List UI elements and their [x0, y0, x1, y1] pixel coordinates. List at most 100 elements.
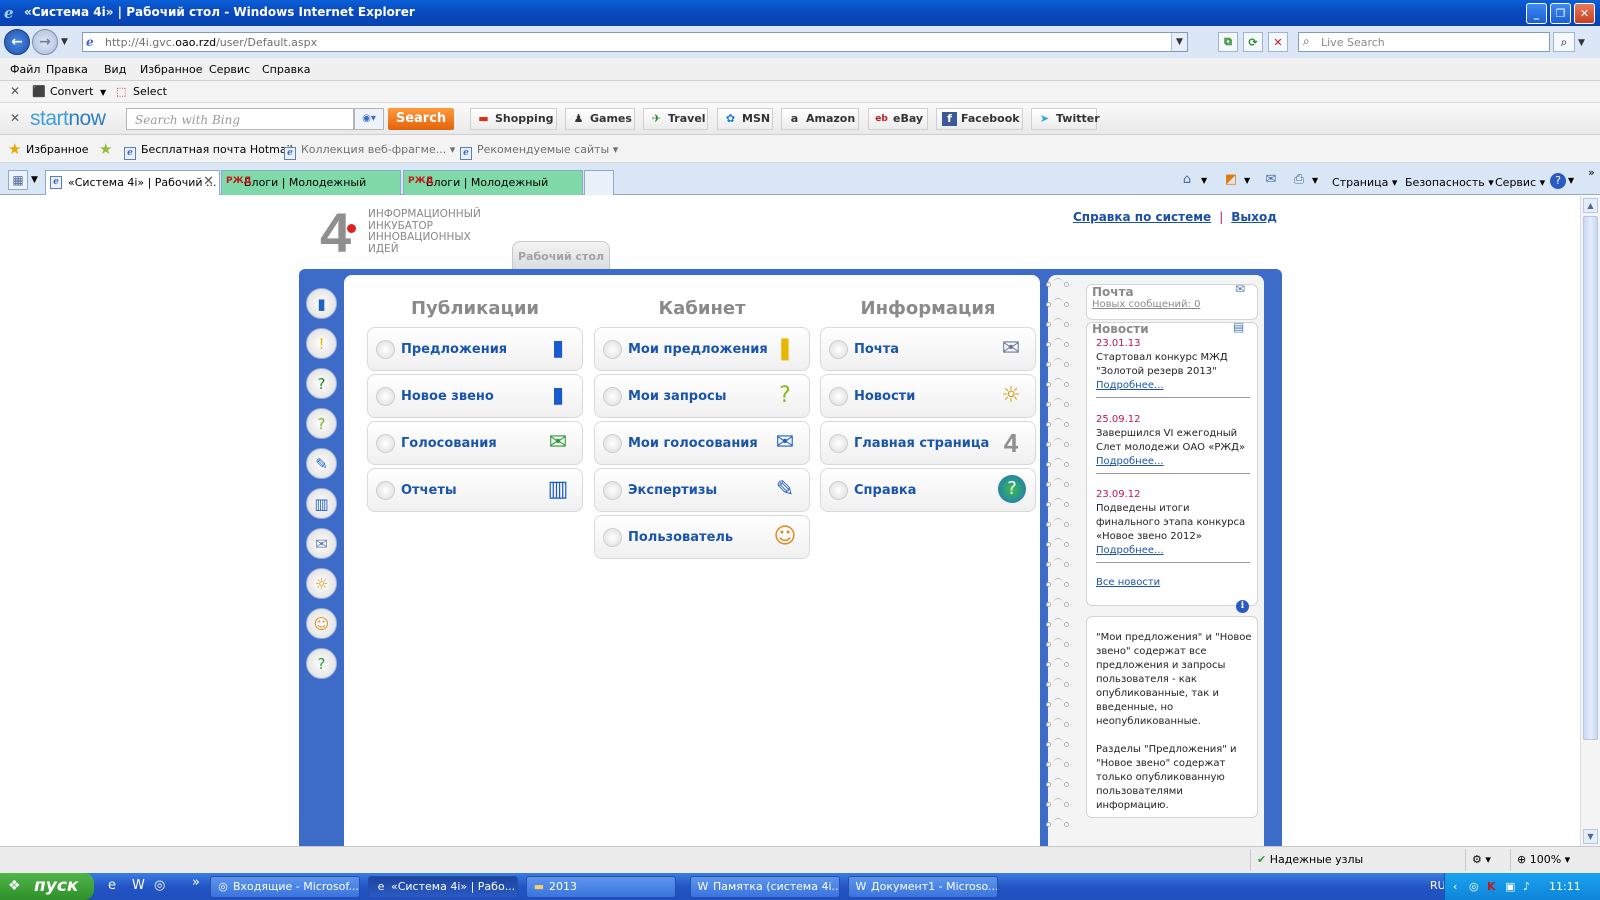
menu-file[interactable]: Файл — [10, 63, 40, 76]
more-quicklaunch-icon[interactable]: » — [192, 875, 200, 890]
taskbar-word-document1[interactable]: W Документ1 - Microso... — [848, 876, 998, 898]
menu-favorites[interactable]: Избранное — [140, 63, 202, 76]
protected-mode-button[interactable]: ⚙ ▾ — [1465, 849, 1505, 871]
tab-blogs-1[interactable]: РЖД Блоги | Молодежный — [221, 170, 401, 195]
msn-link[interactable]: ✿ MSN — [717, 108, 773, 130]
taskbar-ie-sistema[interactable]: e «Система 4i» | Рабо... — [368, 876, 518, 898]
quick-tabs-button[interactable]: ▦ — [8, 170, 28, 190]
votings-button[interactable]: Голосования ✉ — [367, 421, 583, 465]
compat-view-button[interactable]: ⧉ — [1218, 32, 1238, 52]
tray-outlook-icon[interactable]: ◎ — [1469, 880, 1479, 893]
rail-reports-button[interactable]: ▥ — [306, 488, 337, 519]
tray-network-icon[interactable]: ▣ — [1505, 880, 1515, 893]
refresh-button[interactable]: ⟳ — [1243, 32, 1263, 52]
address-dropdown-icon[interactable]: ▼ — [1171, 33, 1187, 51]
tools-menu[interactable]: Сервис ▾ — [1495, 176, 1545, 189]
rail-help-button[interactable]: ? — [306, 648, 337, 679]
fav-web-slices[interactable]: e Коллекция веб-фрагме... ▾ — [284, 143, 455, 160]
ebay-link[interactable]: eb eBay — [868, 108, 928, 130]
print-icon[interactable]: ⎙ — [1290, 172, 1308, 188]
bing-search-input[interactable]: Search with Bing — [126, 108, 354, 130]
more-commands-icon[interactable]: » — [1588, 166, 1595, 179]
zoom-button[interactable]: ⊕ 100% ▾ — [1510, 849, 1590, 871]
menu-view[interactable]: Вид — [104, 63, 126, 76]
home-page-button[interactable]: Главная страница 4 — [820, 421, 1036, 465]
close-startnow-icon[interactable]: ✕ — [10, 111, 20, 125]
maximize-button[interactable]: ❐ — [1550, 3, 1571, 24]
games-link[interactable]: ♟ Games — [565, 108, 635, 130]
select-button[interactable]: Select — [133, 85, 167, 98]
history-dropdown-icon[interactable]: ▼ — [61, 37, 68, 47]
safety-menu[interactable]: Безопасность ▾ — [1405, 176, 1494, 189]
taskbar-folder-2013[interactable]: ▬ 2013 — [526, 876, 676, 898]
help-button[interactable]: Справка? — [820, 468, 1036, 512]
fav-suggested-sites[interactable]: e Рекомендуемые сайты ▾ — [460, 143, 618, 160]
forward-button[interactable]: → — [32, 29, 58, 55]
taskbar-word-pamyatka[interactable]: W Памятка (система 4i... — [690, 876, 840, 898]
facebook-link[interactable]: f Facebook — [936, 108, 1023, 130]
news-more-link[interactable]: Подробнее... — [1096, 380, 1164, 391]
reports-button[interactable]: Отчеты ▥ — [367, 468, 583, 512]
menu-help[interactable]: Справка — [262, 63, 310, 76]
tray-antivirus-icon[interactable]: K — [1487, 880, 1496, 893]
mail-button[interactable]: Почта ✉ — [820, 327, 1036, 371]
address-url[interactable]: http://4i.gvc.oao.rzd/user/Default.aspx — [105, 36, 317, 49]
new-messages-link[interactable]: Новых сообщений: 0 — [1092, 299, 1200, 310]
logout-link[interactable]: Выход — [1231, 210, 1277, 224]
read-mail-icon[interactable]: ✉ — [1262, 172, 1280, 188]
tray-volume-icon[interactable]: ♪ — [1523, 880, 1530, 893]
help-icon[interactable]: ? — [1550, 173, 1566, 189]
address-bar[interactable]: e http://4i.gvc.oao.rzd/user/Default.asp… — [82, 32, 1188, 52]
new-link-button[interactable]: Новое звено ▮ — [367, 374, 583, 418]
rail-mail-button[interactable]: ✉ — [306, 528, 337, 559]
taskbar-outlook[interactable]: ◎ Входящие - Microsof... — [210, 876, 360, 898]
home-icon[interactable]: ⌂ — [1178, 172, 1196, 188]
expertise-button[interactable]: Экспертизы ✎ — [594, 468, 810, 512]
tab-sistema-4i[interactable]: e «Система 4i» | Рабочий ... ✕ — [45, 170, 220, 195]
help-dropdown-icon[interactable]: ▼ — [1568, 176, 1574, 185]
startnow-search-button[interactable]: Search — [388, 108, 454, 130]
system-4i-logo[interactable]: 4 — [320, 205, 351, 261]
menu-tools[interactable]: Сервис — [209, 63, 250, 76]
rail-user-button[interactable]: ☺ — [306, 608, 337, 639]
rail-new-link-button[interactable]: ? — [306, 368, 337, 399]
rail-my-proposals-button[interactable]: ! — [306, 328, 337, 359]
rail-proposals-button[interactable]: ▮ — [306, 288, 337, 319]
start-button[interactable]: ❖ пуск — [0, 873, 94, 900]
clock[interactable]: 11:11 — [1549, 880, 1581, 893]
close-tab-icon[interactable]: ✕ — [203, 174, 214, 189]
scroll-down-icon[interactable]: ▼ — [1583, 829, 1598, 844]
rail-expertise-button[interactable]: ✎ — [306, 448, 337, 479]
tab-list-dropdown-icon[interactable]: ▼ — [31, 175, 38, 185]
rail-my-requests-button[interactable]: ? — [306, 408, 337, 439]
my-proposals-button[interactable]: Мои предложения ❚ — [594, 327, 810, 371]
user-profile-button[interactable]: Пользователь ☺ — [594, 515, 810, 559]
live-search-button[interactable]: ⌕ — [1553, 32, 1575, 52]
help-system-link[interactable]: Справка по системе — [1073, 210, 1211, 224]
ie-quicklaunch-icon[interactable]: e — [108, 878, 116, 893]
window-title-bar[interactable]: e «Система 4i» | Рабочий стол - Windows … — [0, 0, 1600, 26]
tray-arrow-icon[interactable]: ‹ — [1453, 880, 1457, 893]
favorites-button[interactable]: Избранное — [26, 143, 88, 156]
outlook-quicklaunch-icon[interactable]: ◎ — [154, 878, 165, 893]
search-engine-selector[interactable]: ◉▾ — [354, 108, 384, 130]
all-news-link[interactable]: Все новости — [1096, 576, 1252, 590]
close-window-button[interactable]: ✕ — [1574, 3, 1595, 24]
page-menu[interactable]: Страница ▾ — [1332, 176, 1397, 189]
tab-blogs-2[interactable]: РЖД Блоги | Молодежный — [403, 170, 583, 195]
startnow-logo[interactable]: startnow — [30, 107, 106, 131]
news-more-link[interactable]: Подробнее... — [1096, 456, 1164, 467]
travel-link[interactable]: ✈ Travel — [643, 108, 708, 130]
feeds-icon[interactable]: ◩ — [1222, 172, 1240, 188]
print-dropdown-icon[interactable]: ▼ — [1312, 176, 1318, 185]
shopping-link[interactable]: ▬ Shopping — [470, 108, 557, 130]
minimize-button[interactable]: _ — [1526, 3, 1547, 24]
vertical-scrollbar[interactable]: ▲ ▼ — [1580, 196, 1600, 846]
search-options-dropdown-icon[interactable]: ▼ — [1578, 38, 1585, 48]
home-dropdown-icon[interactable]: ▼ — [1201, 176, 1207, 185]
my-requests-button[interactable]: Мои запросы? — [594, 374, 810, 418]
live-search-input[interactable]: ⌕ Live Search — [1298, 32, 1550, 52]
rail-news-button[interactable]: ☼ — [306, 568, 337, 599]
stop-button[interactable]: ✕ — [1268, 32, 1288, 52]
feeds-dropdown-icon[interactable]: ▼ — [1244, 176, 1250, 185]
